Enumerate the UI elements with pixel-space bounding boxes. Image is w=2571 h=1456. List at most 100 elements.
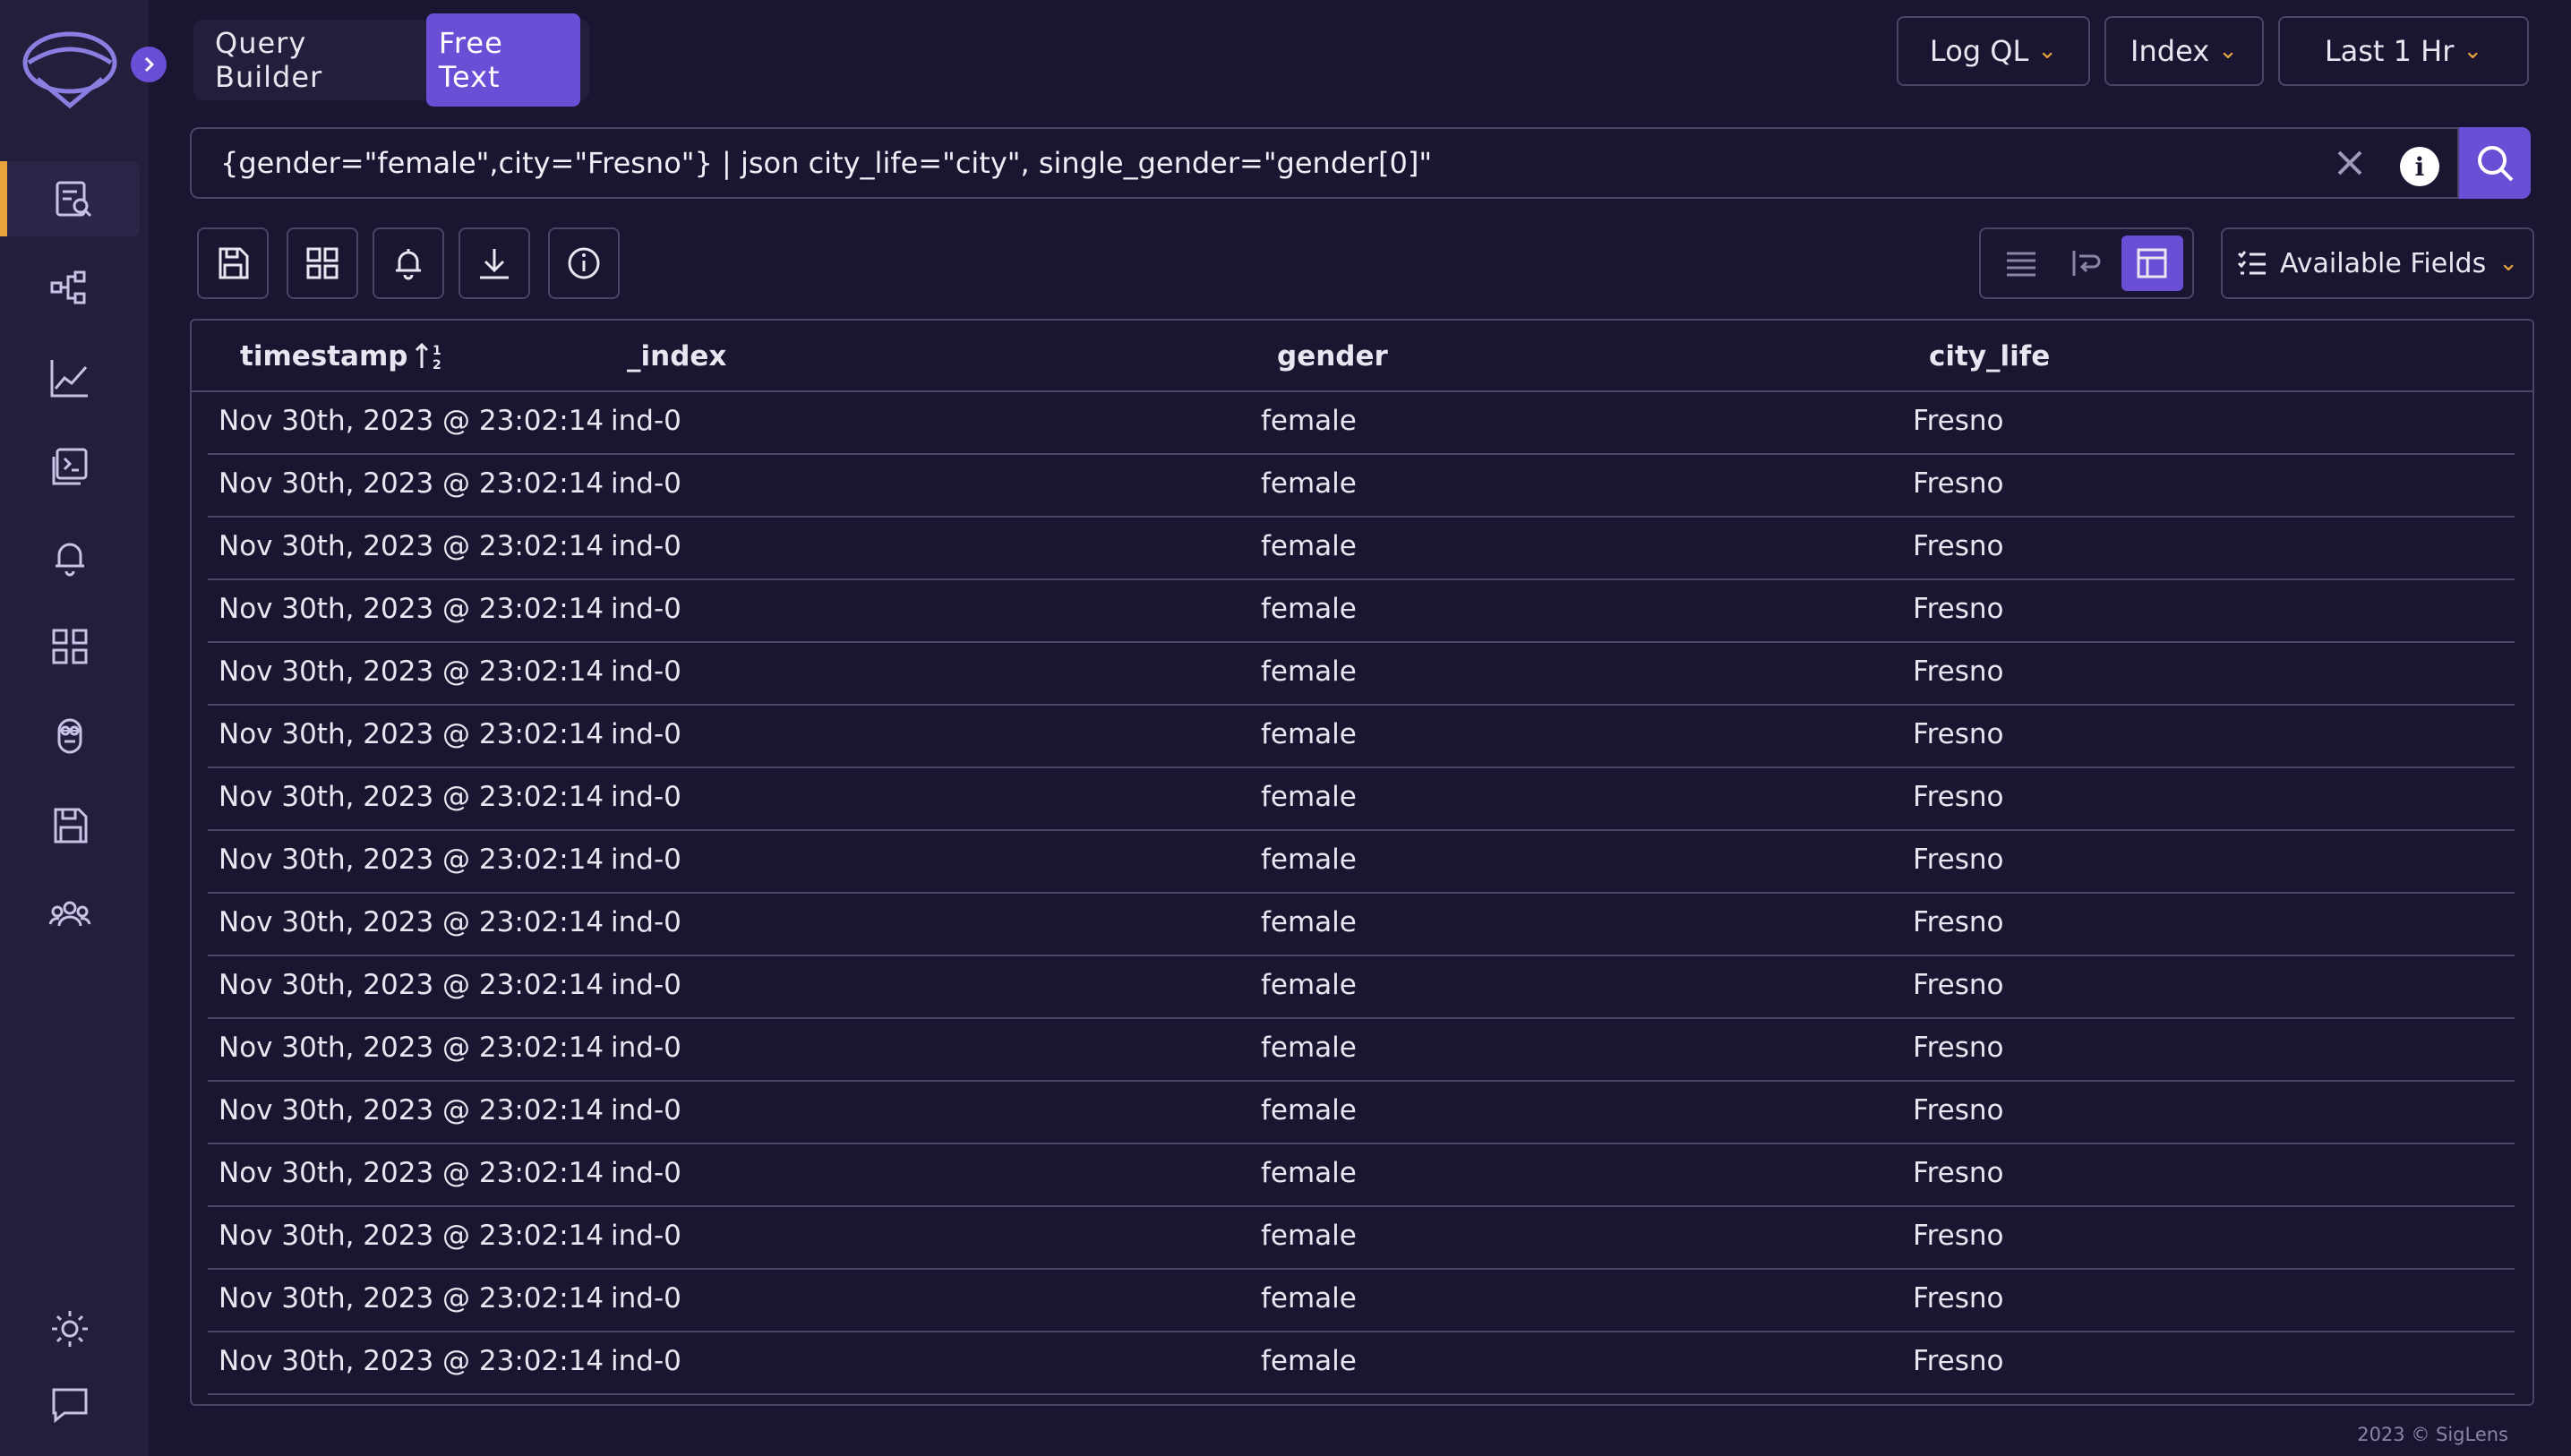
- cell-city-life: Fresno: [1913, 718, 2004, 750]
- list-view-icon: [2006, 252, 2035, 277]
- table-view-button[interactable]: [2121, 236, 2183, 291]
- cell-timestamp: Nov 30th, 2023 @ 23:02:14: [219, 1220, 604, 1252]
- users-icon: [48, 901, 91, 927]
- query-text: {gender="female",city="Fresno"} | json c…: [220, 146, 1433, 180]
- cell-timestamp: Nov 30th, 2023 @ 23:02:14: [219, 969, 604, 1001]
- sidebar-item-search[interactable]: [0, 161, 140, 236]
- table-row[interactable]: Nov 30th, 2023 @ 23:02:14 ind-0 female Fres…: [208, 956, 2515, 1019]
- cell-timestamp: Nov 30th, 2023 @ 23:02:14: [219, 1094, 604, 1126]
- available-fields-dropdown[interactable]: Available Fields ⌄: [2221, 227, 2534, 299]
- sidebar-item-saved-queries[interactable]: [0, 788, 140, 863]
- cell-gender: female: [1261, 655, 1357, 688]
- table-body: Nov 30th, 2023 @ 23:02:14 ind-0 female Fres…: [192, 392, 2532, 1395]
- column-header-gender[interactable]: gender: [1277, 340, 1388, 373]
- table-row[interactable]: Nov 30th, 2023 @ 23:02:14 ind-0 female Fres…: [208, 706, 2515, 768]
- cell-gender: female: [1261, 1157, 1357, 1189]
- column-label: timestamp: [240, 340, 408, 373]
- cell-gender: female: [1261, 1282, 1357, 1315]
- service-graph-icon: [50, 270, 86, 304]
- cell-index: ind-0: [611, 1220, 681, 1252]
- table-row[interactable]: Nov 30th, 2023 @ 23:02:14 ind-0 female Fres…: [208, 392, 2515, 455]
- clear-icon[interactable]: [2332, 145, 2368, 181]
- cell-city-life: Fresno: [1913, 1220, 2004, 1252]
- cell-index: ind-0: [611, 844, 681, 876]
- index-dropdown[interactable]: Index ⌄: [2104, 16, 2264, 86]
- table-row[interactable]: Nov 30th, 2023 @ 23:02:14 ind-0 female Fres…: [208, 1270, 2515, 1332]
- sidebar-item-metrics[interactable]: [0, 340, 140, 415]
- cell-gender: female: [1261, 467, 1357, 500]
- sidebar-item-minion[interactable]: [0, 698, 140, 774]
- table-row[interactable]: Nov 30th, 2023 @ 23:02:14 ind-0 female Fres…: [208, 1207, 2515, 1270]
- table-row[interactable]: Nov 30th, 2023 @ 23:02:14 ind-0 female Fres…: [208, 1019, 2515, 1082]
- cell-index: ind-0: [611, 593, 681, 625]
- table-row[interactable]: Nov 30th, 2023 @ 23:02:14 ind-0 female Fres…: [208, 518, 2515, 580]
- time-range-dropdown[interactable]: Last 1 Hr ⌄: [2278, 16, 2529, 86]
- cell-timestamp: Nov 30th, 2023 @ 23:02:14: [219, 1282, 604, 1315]
- cell-city-life: Fresno: [1913, 655, 2004, 688]
- alert-icon: [396, 249, 421, 280]
- cell-city-life: Fresno: [1913, 593, 2004, 625]
- wrap-view-button[interactable]: [2055, 236, 2117, 291]
- feedback-icon: [52, 1388, 88, 1424]
- download-button[interactable]: [458, 227, 530, 299]
- cell-index: ind-0: [611, 467, 681, 500]
- cell-city-life: Fresno: [1913, 467, 2004, 500]
- cell-index: ind-0: [611, 405, 681, 437]
- cell-gender: female: [1261, 718, 1357, 750]
- free-text-tab[interactable]: Free Text: [425, 13, 580, 107]
- query-language-dropdown[interactable]: Log QL ⌄: [1897, 16, 2090, 86]
- cell-gender: female: [1261, 1094, 1357, 1126]
- save-query-button[interactable]: [197, 227, 269, 299]
- table-row[interactable]: Nov 30th, 2023 @ 23:02:14 ind-0 female Fres…: [208, 643, 2515, 706]
- theme-toggle-icon: [52, 1311, 88, 1347]
- table-row[interactable]: Nov 30th, 2023 @ 23:02:14 ind-0 female Fres…: [208, 1144, 2515, 1207]
- cell-gender: female: [1261, 530, 1357, 562]
- cell-timestamp: Nov 30th, 2023 @ 23:02:14: [219, 1345, 604, 1377]
- list-view-button[interactable]: [1990, 236, 2052, 291]
- table-view-icon: [2137, 248, 2167, 278]
- query-input[interactable]: {gender="female",city="Fresno"} | json c…: [190, 127, 2459, 199]
- chevron-down-icon: ⌄: [2498, 250, 2518, 277]
- query-details-button[interactable]: [548, 227, 620, 299]
- expand-sidebar-button[interactable]: [131, 47, 167, 82]
- table-row[interactable]: Nov 30th, 2023 @ 23:02:14 ind-0 female Fres…: [208, 580, 2515, 643]
- saved-queries-icon: [54, 808, 88, 844]
- table-row[interactable]: Nov 30th, 2023 @ 23:02:14 ind-0 female Fres…: [208, 1082, 2515, 1144]
- table-header: timestamp 12 _index gender city_life: [192, 321, 2532, 392]
- cell-index: ind-0: [611, 1282, 681, 1315]
- column-header-city-life[interactable]: city_life: [1929, 340, 2050, 373]
- add-to-dashboard-button[interactable]: [287, 227, 358, 299]
- column-header-timestamp[interactable]: timestamp 12: [240, 340, 445, 373]
- table-row[interactable]: Nov 30th, 2023 @ 23:02:14 ind-0 female Fres…: [208, 768, 2515, 831]
- sidebar-item-console[interactable]: [0, 430, 140, 505]
- svg-text:1: 1: [433, 344, 441, 358]
- sidebar-item-alerts[interactable]: [0, 519, 140, 595]
- cell-timestamp: Nov 30th, 2023 @ 23:02:14: [219, 906, 604, 938]
- chevron-down-icon: ⌄: [2037, 38, 2058, 64]
- table-row[interactable]: Nov 30th, 2023 @ 23:02:14 ind-0 female Fres…: [208, 1332, 2515, 1395]
- query-info-icon[interactable]: i: [2400, 147, 2439, 186]
- time-range-label: Last 1 Hr: [2324, 34, 2455, 68]
- chevron-right-icon: [144, 56, 155, 73]
- column-header-index[interactable]: _index: [627, 340, 726, 373]
- table-row[interactable]: Nov 30th, 2023 @ 23:02:14 ind-0 female Fres…: [208, 455, 2515, 518]
- feedback-button[interactable]: [0, 1366, 140, 1442]
- minion-icon: [57, 718, 82, 754]
- cell-timestamp: Nov 30th, 2023 @ 23:02:14: [219, 1032, 604, 1064]
- create-alert-button[interactable]: [373, 227, 444, 299]
- table-row[interactable]: Nov 30th, 2023 @ 23:02:14 ind-0 female Fres…: [208, 831, 2515, 894]
- query-builder-tab[interactable]: Query Builder: [202, 13, 426, 107]
- sort-ascending-icon[interactable]: 12: [415, 341, 445, 372]
- checklist-icon: [2237, 251, 2266, 275]
- cell-gender: female: [1261, 844, 1357, 876]
- theme-toggle-button[interactable]: [0, 1291, 140, 1366]
- chevron-down-icon: ⌄: [2463, 38, 2483, 64]
- cell-timestamp: Nov 30th, 2023 @ 23:02:14: [219, 593, 604, 625]
- sidebar-item-service-graph[interactable]: [0, 251, 140, 326]
- sidebar-item-dashboards[interactable]: [0, 609, 140, 684]
- search-button[interactable]: [2459, 127, 2531, 199]
- sidebar-item-users[interactable]: [0, 878, 140, 953]
- siglens-logo[interactable]: [20, 27, 120, 113]
- cell-city-life: Fresno: [1913, 781, 2004, 813]
- table-row[interactable]: Nov 30th, 2023 @ 23:02:14 ind-0 female Fres…: [208, 894, 2515, 956]
